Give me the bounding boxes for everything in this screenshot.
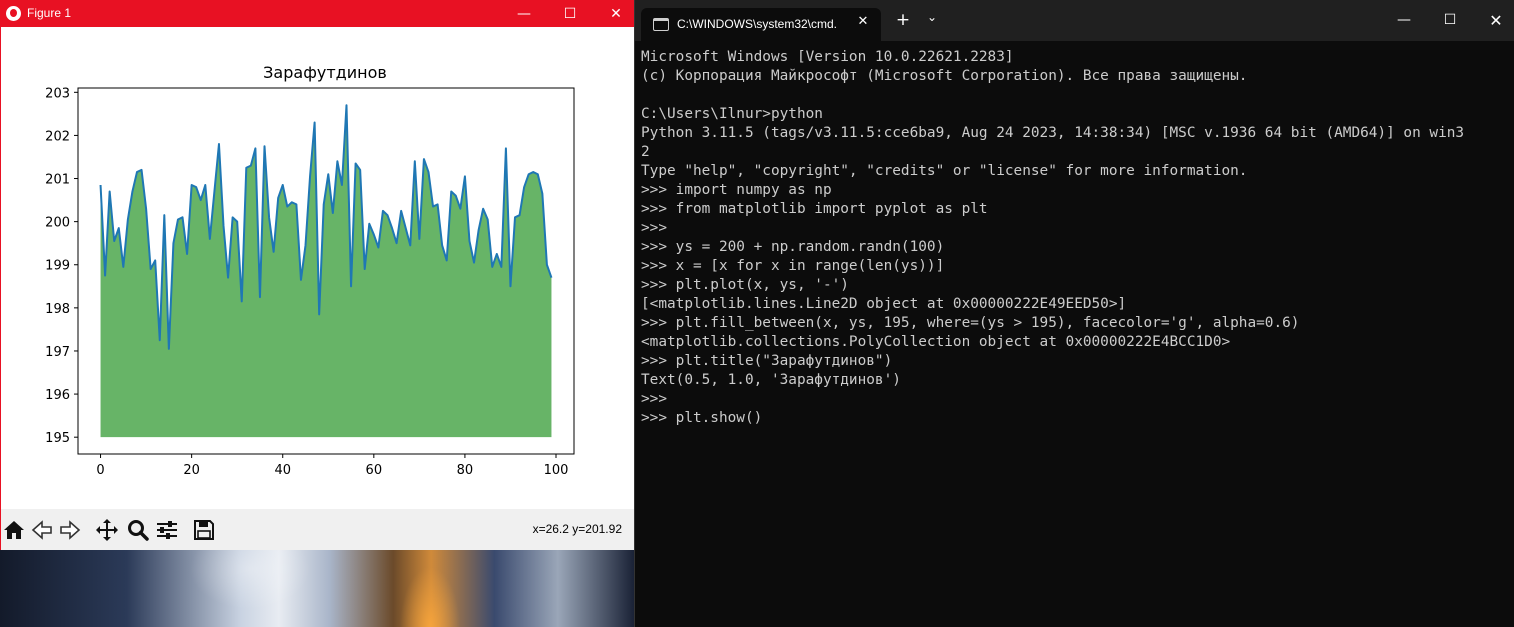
terminal-line: C:\Users\Ilnur>python: [641, 106, 823, 122]
terminal-line: (c) Корпорация Майкрософт (Microsoft Cor…: [641, 68, 1248, 84]
back-arrow-icon[interactable]: [30, 518, 54, 542]
y-tick-label: 202: [45, 129, 70, 144]
desktop-wallpaper: [0, 549, 634, 627]
terminal-line: >>> plt.show(): [641, 410, 763, 426]
matplotlib-app-icon: [6, 6, 21, 21]
terminal-line: >>> x = [x for x in range(len(ys))]: [641, 258, 945, 274]
y-axis-ticks: 195 196 197 198 199 200 201 202 203: [45, 86, 78, 446]
terminal-line: >>> plt.fill_between(x, ys, 195, where=(…: [641, 315, 1300, 331]
chart: Зарафутдинов 195196197198199200201202203…: [45, 63, 575, 478]
y-tick-label: 203: [45, 86, 70, 101]
cmd-icon: [653, 18, 669, 31]
terminal-line: >>> ys = 200 + np.random.randn(100): [641, 239, 945, 255]
x-tick-label: 20: [183, 463, 200, 478]
terminal-line: Type "help", "copyright", "credits" or "…: [641, 163, 1248, 179]
x-tick-label: 0: [96, 463, 104, 478]
terminal-line: >>> plt.plot(x, ys, '-'): [641, 277, 849, 293]
terminal-window[interactable]: C:\WINDOWS\system32\cmd. ✕ + ⌄ — ☐ ✕ Mic…: [634, 0, 1514, 627]
terminal-line: >>>: [641, 220, 667, 236]
fill-area: [100, 105, 552, 438]
configure-subplots-icon[interactable]: [155, 518, 179, 542]
terminal-line: 2: [641, 144, 650, 160]
close-button[interactable]: ✕: [593, 1, 639, 27]
minimize-button[interactable]: —: [501, 1, 547, 27]
maximize-button[interactable]: ☐: [1427, 0, 1473, 41]
cursor-coordinates: x=26.2 y=201.92: [532, 522, 622, 536]
x-axis-ticks: 0 20 40 60 80 100: [96, 454, 568, 478]
save-icon[interactable]: [192, 518, 216, 542]
y-tick-label: 198: [45, 302, 70, 317]
x-tick-label: 80: [457, 463, 474, 478]
figure-window-title: Figure 1: [27, 6, 72, 20]
y-tick-label: 197: [45, 345, 70, 360]
terminal-tab-title: C:\WINDOWS\system32\cmd.: [677, 17, 838, 31]
terminal-line: [<matplotlib.lines.Line2D object at 0x00…: [641, 296, 1127, 312]
new-tab-icon[interactable]: +: [893, 10, 913, 30]
terminal-tab[interactable]: C:\WINDOWS\system32\cmd. ✕: [641, 8, 881, 41]
terminal-line: >>> from matplotlib import pyplot as plt: [641, 201, 988, 217]
chevron-down-icon[interactable]: ⌄: [922, 10, 942, 24]
figure-toolbar: x=26.2 y=201.92: [1, 509, 636, 550]
close-button[interactable]: ✕: [1473, 0, 1514, 41]
desktop: Figure 1 — ☐ ✕ Зарафутдинов 195 196 197 198…: [0, 0, 1514, 627]
zoom-icon[interactable]: [126, 518, 150, 542]
plot-canvas[interactable]: Зарафутдинов 195 196 197 198 199 200 201 202 203…: [1, 27, 636, 509]
pan-icon[interactable]: [95, 518, 119, 542]
terminal-line: Microsoft Windows [Version 10.0.22621.22…: [641, 49, 1014, 65]
y-tick-label: 199: [45, 259, 70, 274]
terminal-line: >>> import numpy as np: [641, 182, 832, 198]
terminal-line: <matplotlib.collections.PolyCollection o…: [641, 334, 1231, 350]
terminal-line: Python 3.11.5 (tags/v3.11.5:cce6ba9, Aug…: [641, 125, 1465, 141]
y-tick-label: 201: [45, 173, 70, 188]
terminal-tab-bar: C:\WINDOWS\system32\cmd. ✕ + ⌄ — ☐ ✕: [635, 0, 1514, 41]
y-tick-label: 196: [45, 388, 70, 403]
y-tick-label: 195: [45, 431, 70, 446]
figure-window[interactable]: Figure 1 — ☐ ✕ Зарафутдинов 195 196 197 198…: [0, 0, 637, 550]
figure-titlebar[interactable]: Figure 1 — ☐ ✕: [1, 1, 636, 27]
maximize-button[interactable]: ☐: [547, 1, 593, 27]
terminal-output[interactable]: Microsoft Windows [Version 10.0.22621.22…: [641, 48, 1509, 428]
x-tick-label: 40: [274, 463, 291, 478]
chart-title: Зарафутдинов: [263, 63, 387, 82]
tab-close-icon[interactable]: ✕: [853, 14, 873, 29]
minimize-button[interactable]: —: [1381, 0, 1427, 41]
forward-arrow-icon[interactable]: [58, 518, 82, 542]
y-tick-label: 200: [45, 216, 70, 231]
terminal-line: >>> plt.title("Зарафутдинов"): [641, 353, 893, 369]
fill-area-group: [100, 105, 552, 438]
home-icon[interactable]: [2, 518, 26, 542]
terminal-line: >>>: [641, 391, 667, 407]
terminal-line: Text(0.5, 1.0, 'Зарафутдинов'): [641, 372, 901, 388]
x-tick-label: 100: [544, 463, 569, 478]
x-tick-label: 60: [366, 463, 383, 478]
